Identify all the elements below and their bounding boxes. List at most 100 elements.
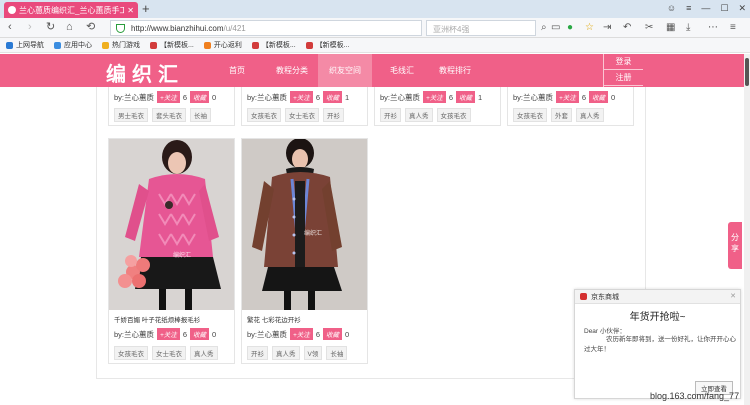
author-label[interactable]: by:兰心蕙质 (247, 92, 287, 103)
url-field[interactable]: http://www.bianzhihui.com/u/421 (110, 20, 422, 36)
tag[interactable]: 女士毛衣 (152, 346, 186, 360)
wechat-icon[interactable]: ● (567, 21, 573, 34)
close-window-icon[interactable]: ✕ (738, 3, 746, 14)
search-icon[interactable]: ⌕ (541, 21, 547, 34)
nav-yarn[interactable]: 毛线汇 (382, 54, 422, 87)
site-logo[interactable]: 编织汇 (106, 58, 184, 87)
bookmark-item[interactable]: 【新模板... (305, 40, 350, 50)
tag[interactable]: 开衫 (380, 108, 401, 122)
popup-close-icon[interactable]: ✕ (730, 292, 736, 300)
bookmark-item[interactable]: 上网导航 (6, 40, 44, 50)
forward-icon[interactable]: › (28, 21, 32, 34)
scrollbar-track[interactable] (744, 54, 750, 405)
bus-icon[interactable]: ▭ (551, 21, 560, 34)
refresh-icon[interactable]: ↻ (46, 21, 55, 34)
card-meta: by:兰心蕙质 +关注 6 收藏 1 (380, 91, 482, 103)
star-icon[interactable]: ☆ (585, 21, 594, 34)
tag[interactable]: 女士毛衣 (285, 108, 319, 122)
tag[interactable]: 女孩毛衣 (513, 108, 547, 122)
back-icon[interactable]: ‹ (8, 21, 12, 34)
browser-tab[interactable]: 兰心蕙质编织汇_兰心蕙质手工 ✕ (4, 2, 138, 18)
tag[interactable]: 女孩毛衣 (247, 108, 281, 122)
follow-button[interactable]: +关注 (423, 91, 446, 103)
download-icon[interactable]: ⤓ (686, 21, 690, 34)
follow-button[interactable]: +关注 (290, 91, 313, 103)
scissors-icon[interactable]: ✂ (645, 21, 653, 34)
tag[interactable]: 真人秀 (272, 346, 300, 360)
bookmark-item[interactable]: 【新模板... (251, 40, 296, 50)
work-card[interactable]: by:兰心蕙质 +关注 6 收藏 0 女孩毛衣 外套 真人秀 (507, 87, 634, 126)
collect-button[interactable]: 收藏 (322, 91, 342, 103)
work-card[interactable]: 编织汇 繁花 七彩花边开衫 by:兰心蕙质 +关注 6 收藏 0 开衫 真人秀 … (241, 138, 368, 364)
close-tab-icon[interactable]: ✕ (127, 6, 134, 15)
login-icon[interactable]: ⇥ (603, 21, 611, 34)
card-caption[interactable]: 千娇百媚 叶子花纸烦棒报毛衫 (114, 314, 200, 324)
user-icon[interactable]: ☺ (667, 3, 676, 14)
collect-button[interactable]: 收藏 (455, 91, 475, 103)
menu-icon[interactable]: ≡ (730, 21, 736, 34)
author-label[interactable]: by:兰心蕙质 (513, 92, 553, 103)
tag[interactable]: V领 (303, 346, 323, 360)
grid-icon[interactable]: ▦ (666, 21, 675, 34)
nav-tutorial-categories[interactable]: 教程分类 (270, 54, 314, 87)
author-label[interactable]: by:兰心蕙质 (114, 92, 154, 103)
work-card[interactable]: by:兰心蕙质 +关注 6 收藏 1 开衫 真人秀 女孩毛衣 (374, 87, 501, 126)
collect-button[interactable]: 收藏 (189, 91, 209, 103)
card-meta: by:兰心蕙质 +关注 6 收藏 1 (247, 91, 349, 103)
tag[interactable]: 长袖 (190, 108, 211, 122)
window-controls: ☺ ≡ — ☐ ✕ (667, 3, 746, 14)
frame-left-border (96, 87, 97, 379)
follow-button[interactable]: +关注 (290, 328, 313, 340)
scrollbar-thumb[interactable] (745, 58, 749, 86)
nav-home[interactable]: 首页 (222, 54, 252, 87)
tag[interactable]: 真人秀 (405, 108, 433, 122)
tag[interactable]: 真人秀 (576, 108, 604, 122)
author-label[interactable]: by:兰心蕙质 (247, 329, 287, 340)
login-link[interactable]: 登录 (604, 54, 643, 70)
bookmark-label: 上网导航 (16, 42, 44, 49)
collect-button[interactable]: 收藏 (322, 328, 342, 340)
work-card[interactable]: by:兰心蕙质 +关注 6 收藏 1 女孩毛衣 女士毛衣 开衫 (241, 87, 368, 126)
sweater-photo-brown[interactable]: 编织汇 (242, 139, 367, 310)
tag[interactable]: 套头毛衣 (152, 108, 186, 122)
work-card[interactable]: 编织汇 千娇百媚 叶子花纸烦棒报毛衫 by:兰心蕙质 +关注 6 收藏 0 女孩… (108, 138, 235, 364)
share-button[interactable]: 分享 (728, 222, 742, 269)
nav-friends-space[interactable]: 织友空间 (318, 54, 372, 87)
undo-icon[interactable]: ↶ (623, 21, 631, 34)
collect-button[interactable]: 收藏 (588, 91, 608, 103)
tag[interactable]: 男士毛衣 (114, 108, 148, 122)
register-link[interactable]: 注册 (604, 70, 643, 86)
home-icon[interactable]: ⌂ (66, 21, 73, 34)
bookmark-item[interactable]: 热门游戏 (102, 40, 140, 50)
search-input[interactable]: 亚洲杯4强 (426, 20, 536, 36)
follow-button[interactable]: +关注 (556, 91, 579, 103)
follow-button[interactable]: +关注 (157, 328, 180, 340)
bookmark-label: 【新模板... (261, 42, 296, 49)
menu-lines-icon[interactable]: ≡ (686, 3, 691, 14)
minimize-icon[interactable]: — (701, 3, 710, 14)
nav-ranking[interactable]: 教程排行 (432, 54, 478, 87)
sweater-photo-pink[interactable]: 编织汇 (109, 139, 234, 310)
bookmark-icon (251, 41, 259, 49)
bookmark-item[interactable]: 应用中心 (54, 40, 92, 50)
browser-title-bar: 兰心蕙质编织汇_兰心蕙质手工 ✕ + ☺ ≡ — ☐ ✕ (0, 0, 750, 18)
author-label[interactable]: by:兰心蕙质 (380, 92, 420, 103)
tag[interactable]: 开衫 (323, 108, 344, 122)
tag[interactable]: 真人秀 (190, 346, 218, 360)
more-icon[interactable]: ⋯ (708, 21, 718, 34)
new-tab-button[interactable]: + (142, 2, 150, 16)
tag[interactable]: 女孩毛衣 (114, 346, 148, 360)
work-card[interactable]: by:兰心蕙质 +关注 6 收藏 0 男士毛衣 套头毛衣 长袖 (108, 87, 235, 126)
bookmark-item[interactable]: 【新模板... (150, 40, 194, 50)
tag[interactable]: 外套 (551, 108, 572, 122)
restore-icon[interactable]: ⟲ (86, 21, 95, 34)
tag[interactable]: 开衫 (247, 346, 268, 360)
follow-button[interactable]: +关注 (157, 91, 180, 103)
bookmark-item[interactable]: 开心返利 (203, 40, 242, 50)
card-caption[interactable]: 繁花 七彩花边开衫 (247, 314, 301, 324)
tag[interactable]: 女孩毛衣 (436, 108, 471, 122)
collect-button[interactable]: 收藏 (189, 328, 209, 340)
tag[interactable]: 长袖 (326, 346, 348, 360)
maximize-icon[interactable]: ☐ (720, 3, 728, 14)
author-label[interactable]: by:兰心蕙质 (114, 329, 154, 340)
